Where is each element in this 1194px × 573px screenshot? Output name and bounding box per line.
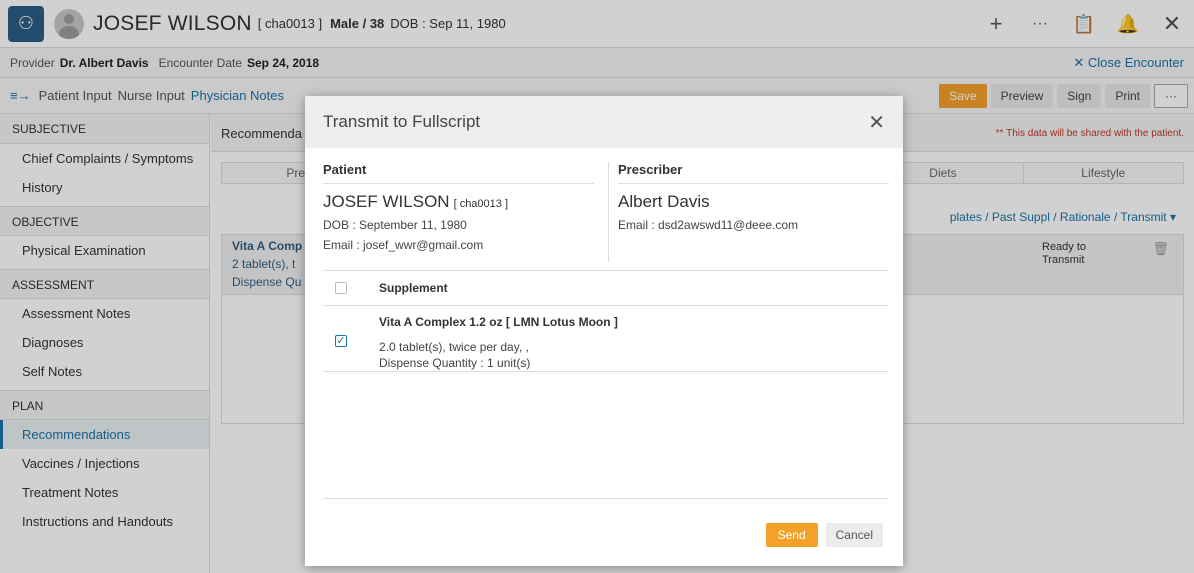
dialog-patient-name: JOSEF WILSON: [323, 192, 450, 211]
supplement-column-header: Supplement: [379, 281, 448, 295]
supplement-name: Vita A Complex 1.2 oz [ LMN Lotus Moon ]: [379, 315, 618, 329]
dialog-patient-email: Email : josef_wwr@gmail.com: [323, 238, 484, 252]
dialog-info: Patient JOSEF WILSON[ cha0013 ] DOB : Se…: [323, 162, 889, 262]
dialog-header: Transmit to Fullscript ✕: [305, 96, 903, 148]
prescriber-info: Prescriber Albert Davis Email : dsd2awsw…: [609, 162, 889, 262]
table-header: Supplement: [323, 270, 889, 306]
dialog-footer: Send Cancel: [765, 523, 883, 547]
send-button[interactable]: Send: [765, 523, 818, 547]
supplement-dosage: 2.0 tablet(s), twice per day, ,: [379, 340, 529, 354]
select-all-checkbox[interactable]: [335, 282, 347, 294]
patient-label: Patient: [323, 162, 594, 184]
transmit-dialog: Transmit to Fullscript ✕ Patient JOSEF W…: [305, 96, 903, 566]
prescriber-name: Albert Davis: [618, 192, 710, 211]
dialog-close-icon[interactable]: ✕: [868, 110, 885, 135]
supplement-cell: Vita A Complex 1.2 oz [ LMN Lotus Moon ]…: [359, 306, 618, 371]
supplement-table: Supplement ✓ Vita A Complex 1.2 oz [ LMN…: [323, 270, 889, 372]
table-row: ✓ Vita A Complex 1.2 oz [ LMN Lotus Moon…: [323, 306, 889, 372]
supplement-quantity: Dispense Quantity : 1 unit(s): [379, 356, 531, 370]
dialog-patient-dob: DOB : September 11, 1980: [323, 218, 467, 232]
dialog-title: Transmit to Fullscript: [323, 112, 481, 131]
supplement-checkbox[interactable]: ✓: [335, 335, 347, 347]
dialog-patient-name-row: JOSEF WILSON[ cha0013 ]: [323, 192, 594, 212]
footer-divider: [323, 498, 889, 499]
cancel-button[interactable]: Cancel: [825, 523, 883, 547]
prescriber-label: Prescriber: [618, 162, 889, 184]
patient-info: Patient JOSEF WILSON[ cha0013 ] DOB : Se…: [323, 162, 609, 262]
prescriber-email: Email : dsd2awswd11@deee.com: [618, 218, 799, 232]
dialog-patient-id: [ cha0013 ]: [453, 198, 509, 210]
